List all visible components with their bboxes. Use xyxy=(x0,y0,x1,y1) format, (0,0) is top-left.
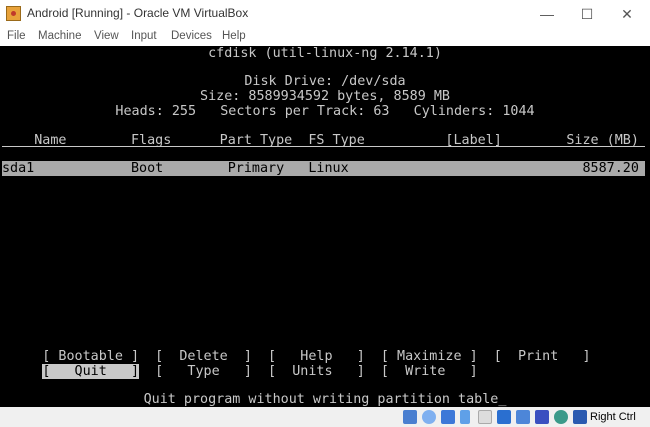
menu-file[interactable]: File xyxy=(7,30,26,42)
optical-drive-icon[interactable] xyxy=(422,410,436,424)
title-bar: Android [Running] - Oracle VM VirtualBox… xyxy=(0,0,650,28)
recording-icon[interactable] xyxy=(535,410,549,424)
hard-disk-icon[interactable] xyxy=(403,410,417,424)
table-row[interactable]: sda1 Boot Primary Linux 8587.20 xyxy=(2,161,645,176)
status-bar: Right Ctrl xyxy=(0,407,650,427)
cfdisk-title: cfdisk (util-linux-ng 2.14.1) xyxy=(208,46,442,61)
keyboard-capture-icon[interactable] xyxy=(573,410,587,424)
disk-size: Size: 8589934592 bytes, 8589 MB xyxy=(200,89,450,104)
disk-drive: Disk Drive: /dev/sda xyxy=(244,74,406,89)
menu-view[interactable]: View xyxy=(94,30,119,42)
command-menu-rest[interactable]: [ Type ] [ Units ] [ Write ] xyxy=(139,364,478,379)
display-icon[interactable] xyxy=(497,410,511,424)
menu-machine[interactable]: Machine xyxy=(38,30,81,42)
menu-indent xyxy=(2,364,42,379)
menu-devices[interactable]: Devices xyxy=(171,30,212,42)
network-icon[interactable] xyxy=(441,410,455,424)
host-key-label: Right Ctrl xyxy=(590,411,636,423)
command-menu-row1[interactable]: [ Bootable ] [ Delete ] [ Help ] [ Maxim… xyxy=(2,349,648,364)
menu-help[interactable]: Help xyxy=(222,30,246,42)
mouse-integration-icon[interactable] xyxy=(554,410,568,424)
shared-folders-icon[interactable] xyxy=(478,410,492,424)
command-menu-row2: [ Quit ] [ Type ] [ Units ] [ Write ] xyxy=(2,364,648,379)
table-divider xyxy=(2,146,645,148)
menu-bar: File Machine View Input Devices Help xyxy=(0,28,650,46)
close-button[interactable]: ✕ xyxy=(607,3,647,25)
menu-input[interactable]: Input xyxy=(131,30,157,42)
minimize-button[interactable]: — xyxy=(527,3,567,25)
video-capture-icon[interactable] xyxy=(516,410,530,424)
vm-screen[interactable]: cfdisk (util-linux-ng 2.14.1) Disk Drive… xyxy=(0,46,650,407)
disk-geometry: Heads: 255 Sectors per Track: 63 Cylinde… xyxy=(115,104,535,119)
status-message: Quit program without writing partition t… xyxy=(143,392,507,407)
quit-button[interactable]: [ Quit ] xyxy=(42,364,140,379)
usb-icon[interactable] xyxy=(460,410,470,424)
maximize-button[interactable]: ☐ xyxy=(567,3,607,25)
window-title: Android [Running] - Oracle VM VirtualBox xyxy=(27,6,249,20)
virtualbox-app-icon xyxy=(6,6,21,21)
